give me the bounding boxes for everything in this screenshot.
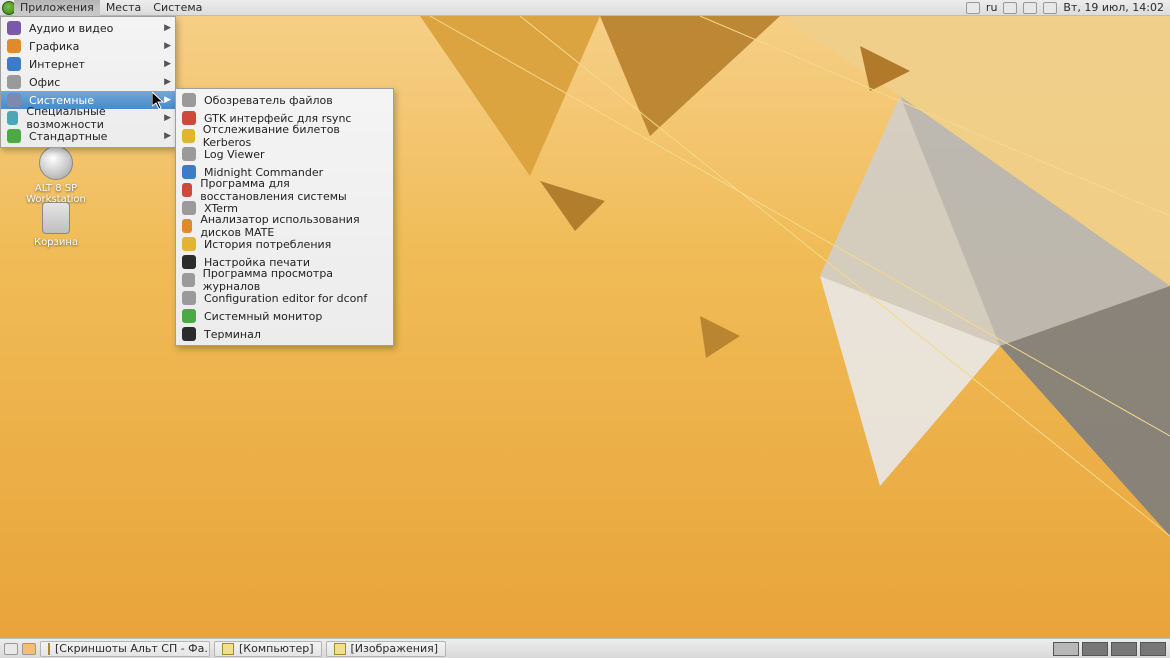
submenu-item-kerberos[interactable]: Отслеживание билетов Kerberos [176,127,393,145]
chevron-right-icon: ▶ [164,95,171,105]
chevron-right-icon: ▶ [164,131,171,141]
folder-icon [48,643,50,655]
printer-icon [182,255,196,269]
folder-icon [334,643,346,655]
chevron-right-icon: ▶ [164,59,171,69]
mouse-cursor [152,92,164,110]
task-label: [Изображения] [351,642,439,655]
standard-icon [7,129,21,143]
chevron-right-icon: ▶ [164,41,171,51]
graphics-icon [7,39,21,53]
menu-item-label: Аудио и видео [29,22,113,35]
workspace-1[interactable] [1053,642,1079,656]
trash-icon [42,202,70,234]
desktop-icon-disc[interactable]: ALT 8 SP Workstation [16,146,96,205]
workspace-2[interactable] [1082,642,1108,656]
menu-item-office[interactable]: Офис ▶ [1,73,175,91]
submenu-item-terminal[interactable]: Терминал [176,325,393,343]
chevron-right-icon: ▶ [164,113,171,123]
submenu-item-history[interactable]: История потребления [176,235,393,253]
menu-item-accessibility[interactable]: Специальные возможности ▶ [1,109,175,127]
menu-applications[interactable]: Приложения [14,0,100,16]
applications-menu[interactable]: Аудио и видео ▶ Графика ▶ Интернет ▶ Офи… [0,16,176,148]
terminal-icon [182,327,196,341]
menu-item-internet[interactable]: Интернет ▶ [1,55,175,73]
volume-icon[interactable] [1003,2,1017,14]
menu-item-label: Терминал [204,328,261,341]
task-label: [Скриншоты Альт СП - Фа... [55,642,210,655]
office-icon [7,75,21,89]
task-label: [Компьютер] [239,642,314,655]
clock[interactable]: Вт, 19 июл, 14:02 [1063,1,1164,14]
menu-item-standard[interactable]: Стандартные ▶ [1,127,175,145]
desktop-icon-label: ALT 8 SP [16,183,96,194]
history-icon [182,237,196,251]
midnight-commander-icon [182,165,196,179]
menu-item-audio-video[interactable]: Аудио и видео ▶ [1,19,175,37]
submenu-item-file-browser[interactable]: Обозреватель файлов [176,91,393,109]
top-panel: Приложения Места Система ru Вт, 19 июл, … [0,0,1170,16]
submenu-item-dconf[interactable]: Configuration editor for dconf [176,289,393,307]
menu-item-label: Configuration editor for dconf [204,292,367,305]
show-desktop-icon[interactable] [4,643,18,655]
menu-item-graphics[interactable]: Графика ▶ [1,37,175,55]
dconf-icon [182,291,196,305]
audio-video-icon [7,21,21,35]
menu-system[interactable]: Система [147,0,208,16]
menu-item-label: Офис [29,76,60,89]
submenu-item-system-monitor[interactable]: Системный монитор [176,307,393,325]
menu-item-label: История потребления [204,238,331,251]
accessibility-icon [7,111,18,125]
kerberos-icon [182,129,195,143]
desktop-icon-trash[interactable]: Корзина [16,202,96,248]
menu-item-label: Графика [29,40,79,53]
tray-indicator-icon[interactable] [966,2,980,14]
chevron-right-icon: ▶ [164,23,171,33]
disk-analyzer-icon [182,219,192,233]
system-monitor-icon [182,309,196,323]
task-button[interactable]: [Скриншоты Альт СП - Фа... [40,641,210,657]
workspace-4[interactable] [1140,642,1166,656]
submenu-item-log-viewer[interactable]: Log Viewer [176,145,393,163]
journal-icon [182,273,195,287]
task-button[interactable]: [Изображения] [326,641,447,657]
menu-item-label: Обозреватель файлов [204,94,333,107]
folder-icon [222,643,234,655]
keyboard-layout-indicator[interactable]: ru [986,1,998,14]
system-icon [7,93,21,107]
bottom-panel: [Скриншоты Альт СП - Фа... [Компьютер] [… [0,638,1170,658]
menu-item-label: Интернет [29,58,85,71]
task-button[interactable]: [Компьютер] [214,641,322,657]
menu-item-label: Стандартные [29,130,107,143]
desktop-icon-label: Корзина [16,237,96,248]
submenu-item-restore[interactable]: Программа для восстановления системы [176,181,393,199]
rsync-icon [182,111,196,125]
workspace-3[interactable] [1111,642,1137,656]
xterm-icon [182,201,196,215]
chevron-right-icon: ▶ [164,77,171,87]
launcher-icon[interactable] [22,643,36,655]
network-icon[interactable] [1023,2,1037,14]
internet-icon [7,57,21,71]
disc-icon [39,146,73,180]
menu-places[interactable]: Места [100,0,147,16]
submenu-item-disk-analyzer[interactable]: Анализатор использования дисков MATE [176,217,393,235]
system-tray: ru Вт, 19 июл, 14:02 [966,1,1170,14]
updates-icon[interactable] [1043,2,1057,14]
submenu-item-journal-viewer[interactable]: Программа просмотра журналов [176,271,393,289]
file-browser-icon [182,93,196,107]
workspace-switcher[interactable] [1053,642,1166,656]
restore-icon [182,183,192,197]
menu-item-label: Log Viewer [204,148,265,161]
log-viewer-icon [182,147,196,161]
menu-item-label: Системный монитор [204,310,322,323]
system-submenu[interactable]: Обозреватель файлов GTK интерфейс для rs… [175,88,394,346]
